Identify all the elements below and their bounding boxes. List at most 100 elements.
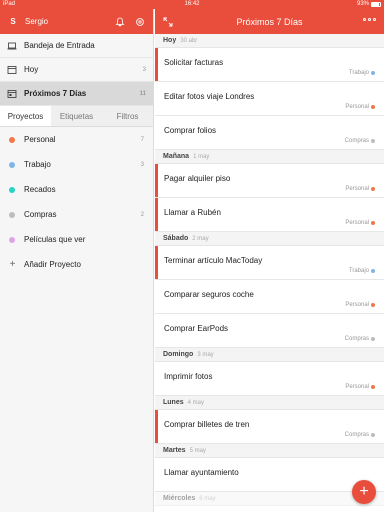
sidebar-header: S Sergio <box>0 9 153 34</box>
task-project: Trabajo <box>349 268 375 274</box>
project-peliculas[interactable]: Películas que ver <box>0 227 153 252</box>
task-project: Personal <box>345 186 375 192</box>
status-bar: iPad 16:42 93% <box>0 0 384 9</box>
battery-indicator: 93% <box>357 0 381 9</box>
project-trabajo[interactable]: Trabajo 3 <box>0 152 153 177</box>
avatar[interactable]: S <box>7 16 19 28</box>
task-project-label: Personal <box>345 220 369 226</box>
project-label: Películas que ver <box>24 235 86 244</box>
task-title: Terminar artículo MacToday <box>164 256 263 265</box>
day-header: Domingo 3 may <box>155 348 384 362</box>
bell-icon[interactable] <box>114 16 126 28</box>
task-item[interactable]: Pagar alquiler piso Personal <box>155 164 384 198</box>
project-count: 3 <box>140 161 144 168</box>
tab-labels[interactable]: Etiquetas <box>51 106 102 126</box>
day-date: 30 abr <box>180 37 198 44</box>
task-item[interactable]: Editar fotos viaje Londres Personal <box>155 82 384 116</box>
day-name: Sábado <box>163 235 189 242</box>
task-project: Personal <box>345 104 375 110</box>
project-color-dot <box>371 105 375 109</box>
task-title: Pagar alquiler piso <box>164 174 231 183</box>
task-project: Compras <box>345 138 375 144</box>
calendar-today-icon <box>7 65 17 75</box>
project-color-dot <box>9 186 15 193</box>
main-pane: Próximos 7 Días Hoy 30 abr Solicitar fac… <box>155 9 384 512</box>
task-item[interactable]: Solicitar facturas Trabajo <box>155 48 384 82</box>
tab-projects[interactable]: Proyectos <box>0 106 51 126</box>
nav-today[interactable]: Hoy 3 <box>0 58 153 82</box>
task-project-label: Personal <box>345 104 369 110</box>
task-item[interactable]: Imprimir fotos Personal <box>155 362 384 396</box>
project-label: Personal <box>24 135 56 144</box>
day-header: Hoy 30 abr <box>155 34 384 48</box>
project-recados[interactable]: Recados <box>0 177 153 202</box>
nav-today-label: Hoy <box>24 65 39 74</box>
task-item[interactable]: Comprar EarPods Compras <box>155 314 384 348</box>
project-count: 7 <box>140 136 144 143</box>
project-count: 2 <box>140 211 144 218</box>
inbox-icon <box>7 41 17 51</box>
add-project-button[interactable]: + Añadir Proyecto <box>0 252 153 277</box>
task-project-label: Personal <box>345 302 369 308</box>
gear-icon[interactable] <box>134 16 146 28</box>
day-name: Miércoles <box>163 495 196 502</box>
task-title: Editar fotos viaje Londres <box>164 92 255 101</box>
task-title: Llamar ayuntamiento <box>164 468 239 477</box>
task-project: Personal <box>345 302 375 308</box>
day-name: Lunes <box>163 399 184 406</box>
project-compras[interactable]: Compras 2 <box>0 202 153 227</box>
project-color-dot <box>371 221 375 225</box>
task-title: Comprar folios <box>164 126 217 135</box>
expand-icon[interactable] <box>163 17 173 27</box>
task-title: Llamar a Rubén <box>164 208 221 217</box>
task-item[interactable]: Comprar folios Compras <box>155 116 384 150</box>
project-label: Trabajo <box>24 160 51 169</box>
project-color-dot <box>371 139 375 143</box>
nav-inbox[interactable]: Bandeja de Entrada <box>0 34 153 58</box>
project-color-dot <box>371 303 375 307</box>
sidebar: S Sergio Bandeja de Entrada Hoy 3 Próxim… <box>0 9 154 512</box>
project-color-dot <box>371 269 375 273</box>
day-header: Martes 5 may <box>155 444 384 458</box>
user-name[interactable]: Sergio <box>25 17 106 26</box>
project-color-dot <box>9 136 15 143</box>
project-color-dot <box>371 433 375 437</box>
task-item[interactable]: Comparar seguros coche Personal <box>155 280 384 314</box>
battery-icon <box>371 2 381 7</box>
project-color-dot <box>9 161 15 168</box>
project-label: Recados <box>24 185 56 194</box>
project-label: Compras <box>24 210 57 219</box>
day-date: 2 may <box>192 235 209 242</box>
add-task-button[interactable]: + <box>352 480 376 504</box>
nav-next-7-days[interactable]: Próximos 7 Días 11 <box>0 82 153 106</box>
project-color-dot <box>9 211 15 218</box>
sidebar-tabs: Proyectos Etiquetas Filtros <box>0 106 153 127</box>
task-project: Compras <box>345 336 375 342</box>
nav-next-7-days-label: Próximos 7 Días <box>24 89 87 98</box>
add-project-label: Añadir Proyecto <box>24 260 81 269</box>
day-date: 5 may <box>189 447 206 454</box>
day-name: Martes <box>163 447 186 454</box>
plus-icon: + <box>9 259 16 270</box>
day-header: Sábado 2 may <box>155 232 384 246</box>
task-item[interactable]: Comprar billetes de tren Compras <box>155 410 384 444</box>
task-title: Comparar seguros coche <box>164 290 254 299</box>
task-item[interactable]: Llamar ayuntamiento <box>155 458 384 492</box>
project-color-dot <box>9 236 15 243</box>
more-options-icon[interactable] <box>363 18 376 21</box>
task-item[interactable]: Llamar a Rubén Personal <box>155 198 384 232</box>
task-project-label: Compras <box>344 336 369 342</box>
tab-filters[interactable]: Filtros <box>102 106 153 126</box>
project-color-dot <box>371 71 375 75</box>
task-project-label: Trabajo <box>348 268 369 274</box>
project-color-dot <box>371 385 375 389</box>
task-item[interactable]: Terminar artículo MacToday Trabajo <box>155 246 384 280</box>
day-header: Mañana 1 may <box>155 150 384 164</box>
task-project: Compras <box>345 432 375 438</box>
page-title: Próximos 7 Días <box>236 16 303 27</box>
day-name: Hoy <box>163 37 177 44</box>
day-date: 3 may <box>197 351 214 358</box>
task-title: Comprar EarPods <box>164 324 229 333</box>
project-color-dot <box>371 187 375 191</box>
project-personal[interactable]: Personal 7 <box>0 127 153 152</box>
